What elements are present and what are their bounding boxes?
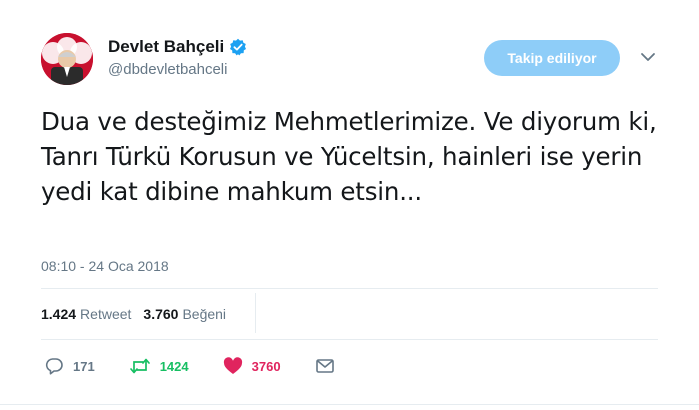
like-stat-count[interactable]: 3.760 bbox=[143, 306, 178, 322]
message-icon bbox=[315, 359, 334, 373]
verified-badge-icon bbox=[229, 38, 247, 56]
like-count: 3760 bbox=[251, 358, 281, 374]
tweet-card: Devlet Bahçeli @dbdevletbahceli Takip ed… bbox=[0, 0, 699, 410]
divider-bottom bbox=[41, 339, 658, 340]
tweet-text: Dua ve desteğimiz Mehmetlerimize. Ve diy… bbox=[41, 107, 657, 206]
divider-top bbox=[41, 288, 658, 289]
card-bottom-border bbox=[0, 404, 699, 405]
caret-down-icon[interactable] bbox=[640, 50, 656, 64]
reply-count: 171 bbox=[73, 358, 95, 374]
tweet-timestamp[interactable]: 08:10 - 24 Oca 2018 bbox=[41, 258, 169, 274]
reply-icon bbox=[45, 358, 63, 375]
avatar-image bbox=[41, 33, 93, 85]
reply-button[interactable]: 171 bbox=[44, 357, 95, 375]
name-row: Devlet Bahçeli bbox=[108, 37, 247, 57]
heart-icon bbox=[223, 357, 242, 374]
tweet-stats: 1.424 Retweet 3.760 Beğeni bbox=[41, 306, 226, 322]
retweet-stat-label[interactable]: Retweet bbox=[80, 306, 131, 322]
retweet-stat-count[interactable]: 1.424 bbox=[41, 306, 76, 322]
retweet-count: 1424 bbox=[159, 358, 189, 374]
like-button[interactable]: 3760 bbox=[223, 357, 281, 375]
following-button[interactable]: Takip ediliyor bbox=[484, 40, 620, 76]
retweet-button[interactable]: 1424 bbox=[129, 357, 189, 375]
avatar[interactable] bbox=[41, 33, 93, 85]
like-stat-label[interactable]: Beğeni bbox=[182, 306, 226, 322]
user-handle[interactable]: @dbdevletbahceli bbox=[108, 61, 227, 78]
stats-vertical-divider bbox=[255, 293, 256, 333]
retweet-icon bbox=[129, 358, 150, 374]
direct-message-button[interactable] bbox=[315, 358, 335, 374]
tweet-actions: 171 1424 3760 bbox=[44, 357, 335, 375]
display-name[interactable]: Devlet Bahçeli bbox=[108, 37, 224, 57]
